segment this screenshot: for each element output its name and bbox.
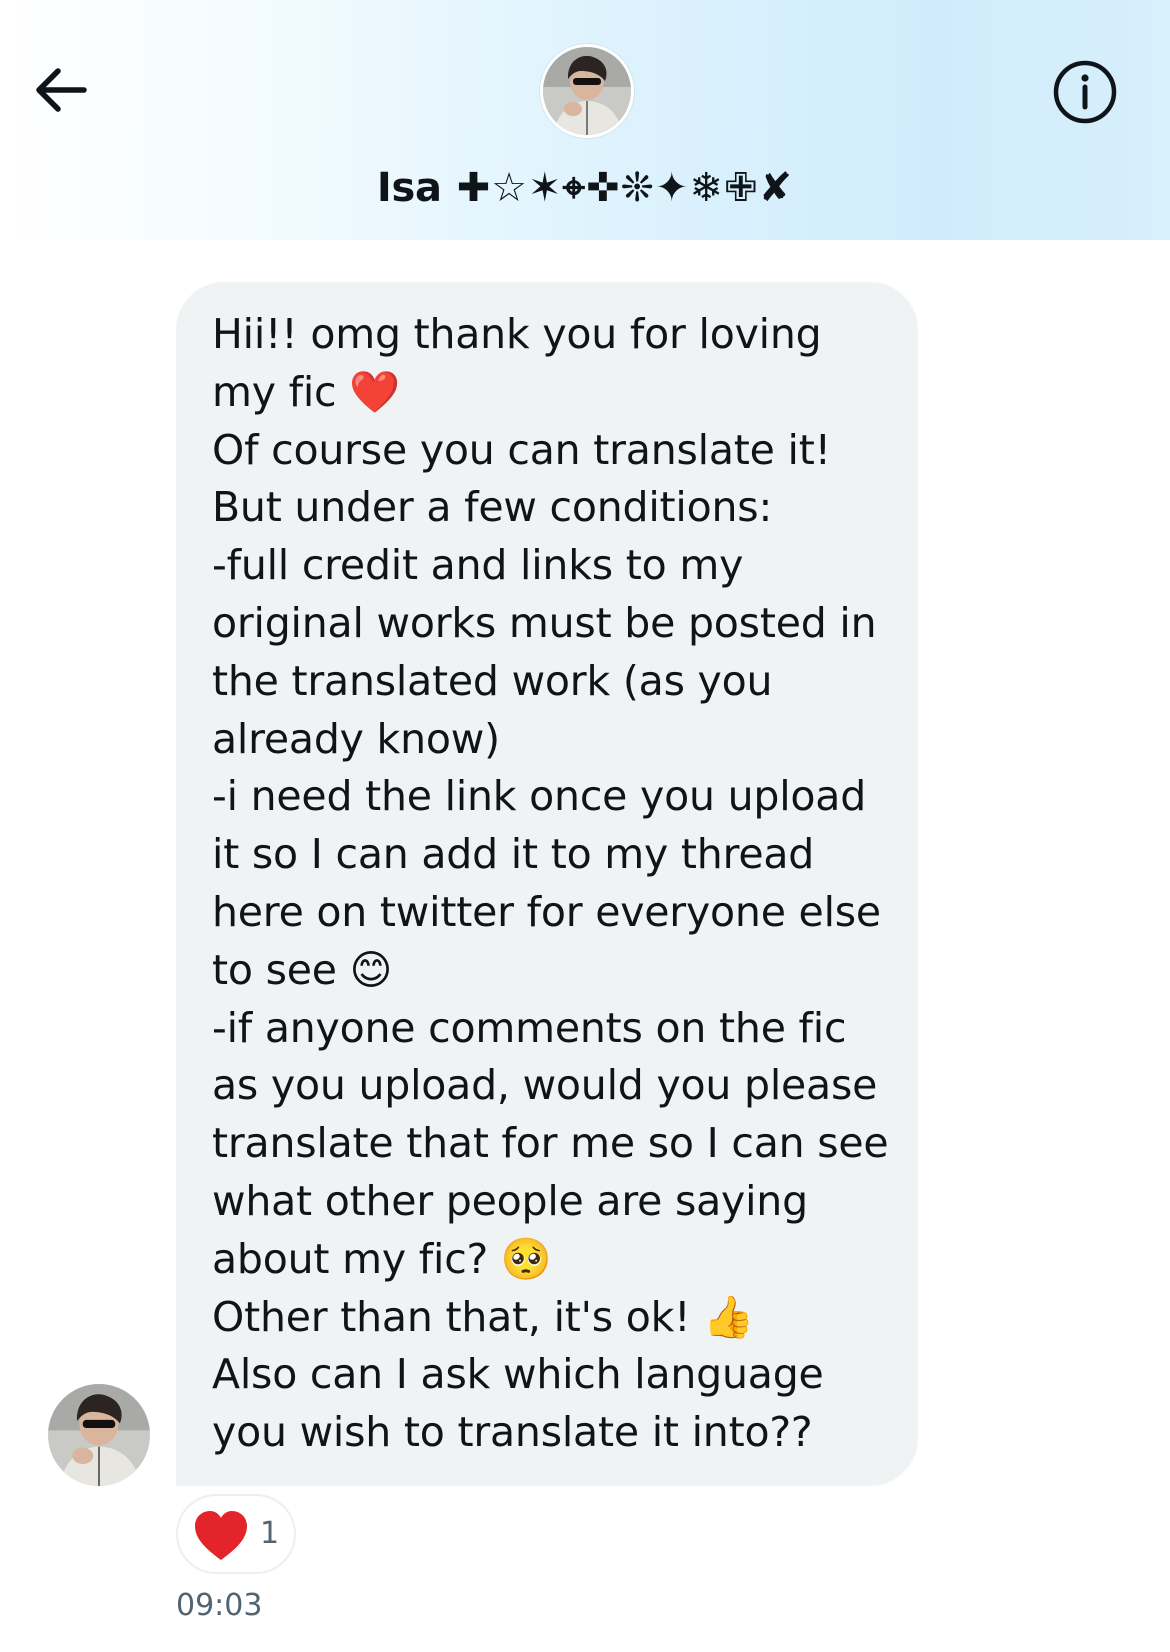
message-timestamp: 09:03 xyxy=(176,1588,263,1623)
sender-avatar[interactable] xyxy=(48,1384,150,1486)
name-decoration-symbols: ✚☆✶⌖✜❊✦❄✙✘ xyxy=(441,165,794,211)
contact-name: Isa xyxy=(376,165,442,211)
message-bubble[interactable]: Hii!! omg thank you for loving my fic ❤️… xyxy=(176,282,918,1486)
avatar-photo xyxy=(48,1384,150,1486)
header-avatar[interactable] xyxy=(540,44,634,138)
reaction-count: 1 xyxy=(260,1516,280,1551)
back-arrow-icon[interactable] xyxy=(30,58,94,122)
heart-icon xyxy=(195,1511,247,1560)
heart-reaction[interactable]: 1 xyxy=(176,1494,296,1574)
avatar-photo xyxy=(543,47,631,135)
info-icon[interactable] xyxy=(1050,57,1120,127)
conversation-title[interactable]: Isa ✚☆✶⌖✜❊✦❄✙✘ xyxy=(0,160,1170,216)
conversation-header: Isa ✚☆✶⌖✜❊✦❄✙✘ xyxy=(0,0,1170,240)
